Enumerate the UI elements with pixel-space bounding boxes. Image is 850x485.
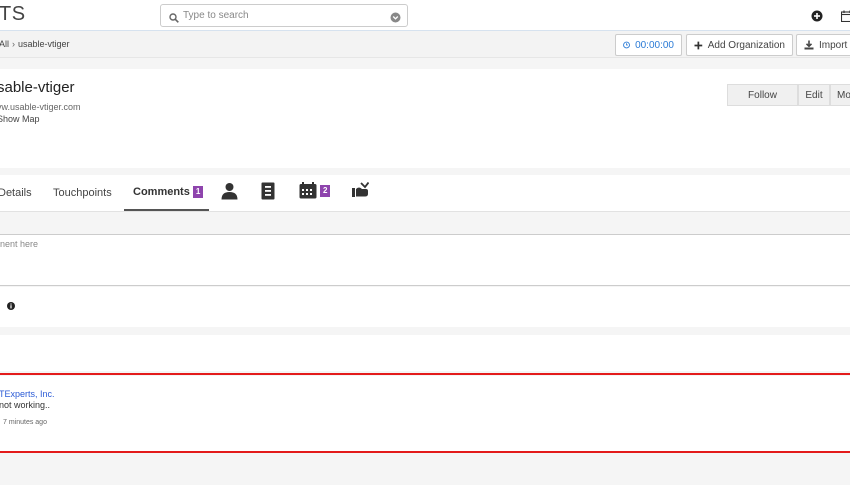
search-input[interactable] [183, 7, 383, 24]
composer-footer [0, 287, 850, 327]
comment-timestamp: 7 minutes ago [3, 419, 47, 426]
comment-item: TExperts, Inc. not working.. 7 minutes a… [0, 376, 850, 451]
timer-button[interactable]: 00:00:00 [615, 34, 682, 56]
import-label: Import [819, 39, 848, 51]
tab-contacts-icon[interactable] [221, 182, 238, 200]
tab-comments[interactable]: Comments 1 [124, 175, 209, 211]
add-organization-label: Add Organization [707, 39, 785, 51]
timer-value: 00:00:00 [635, 39, 674, 51]
comment-input[interactable] [0, 239, 840, 279]
info-icon[interactable] [7, 297, 15, 315]
tab-activities-icon[interactable]: 2 [299, 182, 331, 199]
add-organization-button[interactable]: Add Organization [686, 34, 793, 56]
comment-composer [0, 234, 850, 286]
activities-count-badge: 2 [320, 184, 331, 197]
app-title[interactable]: TS [0, 3, 26, 26]
search-filter-icon[interactable] [390, 10, 401, 28]
highlight-top-border [0, 373, 850, 375]
highlight-bottom-border [0, 451, 850, 453]
global-search[interactable] [160, 4, 408, 27]
record-website[interactable]: vw.usable-vtiger.com [0, 102, 81, 112]
tab-touchpoints[interactable]: Touchpoints [53, 175, 112, 211]
breadcrumb-parent[interactable]: All [0, 39, 9, 49]
add-icon[interactable] [811, 9, 823, 27]
comments-toolbar [0, 335, 850, 371]
record-name: sable-vtiger [0, 79, 75, 96]
tab-comments-label: Comments [133, 186, 190, 198]
more-button[interactable]: Mo [830, 84, 850, 106]
comment-text: not working.. [0, 400, 51, 410]
record-tabs: Details Touchpoints Comments 1 2 [0, 175, 850, 212]
clock-icon [623, 41, 630, 49]
search-icon [169, 10, 179, 28]
calendar-icon[interactable] [840, 9, 850, 27]
breadcrumb: All › usable-vtiger [0, 39, 70, 49]
tab-details[interactable]: Details [0, 175, 32, 211]
follow-button[interactable]: Follow [727, 84, 798, 106]
breadcrumb-current: usable-vtiger [18, 39, 70, 49]
show-map-link[interactable]: Show Map [0, 114, 40, 124]
top-bar: TS [0, 0, 850, 31]
comments-count-badge: 1 [192, 186, 204, 198]
record-header: sable-vtiger vw.usable-vtiger.com Show M… [0, 69, 850, 168]
import-button[interactable]: Import [796, 34, 850, 56]
tab-notes-icon[interactable] [261, 182, 275, 200]
breadcrumb-separator-icon: › [12, 39, 16, 49]
plus-icon [694, 41, 703, 49]
download-icon [804, 40, 814, 50]
edit-button[interactable]: Edit [798, 84, 830, 106]
comment-author[interactable]: TExperts, Inc. [0, 389, 55, 399]
breadcrumb-bar: All › usable-vtiger 00:00:00 Add Organizat… [0, 31, 850, 58]
tab-deals-icon[interactable] [352, 182, 369, 198]
